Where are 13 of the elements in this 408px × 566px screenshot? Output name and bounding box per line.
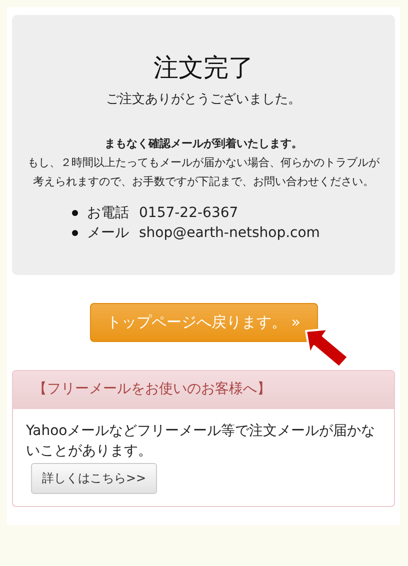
contact-label: お電話 <box>87 204 129 223</box>
bullet-icon <box>72 210 78 216</box>
thanks-text: ご注文ありがとうございました。 <box>105 91 302 109</box>
message-text: もし、２時間以上たってもメールが届かない場合、何らかのトラブルが考えられますので、お手数ですが下記まで、お問い合わせください。 <box>26 155 380 190</box>
page-title: 注文完了 <box>152 52 254 84</box>
details-button[interactable]: 詳しくはこちら>> <box>31 463 158 494</box>
bullet-icon <box>72 230 78 236</box>
contact-value: 0157-22-6367 <box>139 204 238 223</box>
contact-value: shop@earth-netshop.com <box>139 224 320 243</box>
panel-text: Yahooメールなどフリーメール等で注文メールが届かないことがあります。 <box>26 422 376 461</box>
contact-label: メール <box>87 224 129 243</box>
notice-text: まもなく確認メールが到着いたします。 <box>104 136 304 152</box>
panel-heading: 【フリーメールをお使いのお客様へ】 <box>13 371 394 409</box>
